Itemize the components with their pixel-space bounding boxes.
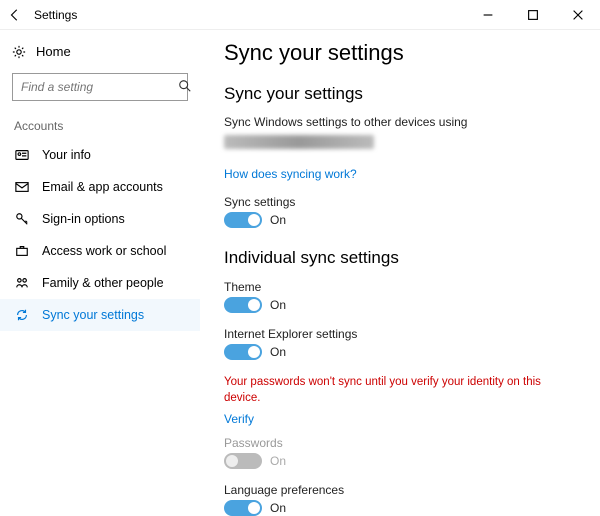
- sidebar: Home Accounts Your info Email & app acco…: [0, 30, 200, 516]
- sidebar-item-work-school[interactable]: Access work or school: [0, 235, 200, 267]
- toggle-label: Sync settings: [224, 195, 576, 209]
- maximize-icon: [526, 8, 540, 22]
- sidebar-item-label: Sync your settings: [42, 308, 186, 322]
- passwords-toggle: [224, 453, 262, 469]
- close-icon: [571, 8, 585, 22]
- password-warning: Your passwords won't sync until you veri…: [224, 374, 576, 406]
- toggle-label: Internet Explorer settings: [224, 327, 576, 341]
- sidebar-item-label: Your info: [42, 148, 186, 162]
- maximize-button[interactable]: [510, 0, 555, 30]
- arrow-left-icon: [8, 8, 22, 22]
- obscured-account: [224, 135, 374, 149]
- page-title: Sync your settings: [224, 40, 576, 66]
- mail-icon: [14, 180, 30, 194]
- sidebar-item-label: Family & other people: [42, 276, 186, 290]
- minimize-icon: [481, 8, 495, 22]
- home-button[interactable]: Home: [0, 38, 200, 65]
- toggle-state: On: [270, 501, 286, 515]
- sidebar-item-email[interactable]: Email & app accounts: [0, 171, 200, 203]
- sidebar-item-label: Sign-in options: [42, 212, 186, 226]
- sidebar-item-family[interactable]: Family & other people: [0, 267, 200, 299]
- section-heading: Sync your settings: [224, 84, 576, 104]
- sync-description: Sync Windows settings to other devices u…: [224, 114, 576, 131]
- people-icon: [14, 276, 30, 290]
- toggle-state: On: [270, 345, 286, 359]
- sidebar-category: Accounts: [0, 115, 200, 139]
- window-title: Settings: [30, 8, 465, 22]
- key-icon: [14, 212, 30, 226]
- toggle-label: Passwords: [224, 436, 576, 450]
- sidebar-item-sync[interactable]: Sync your settings: [0, 299, 200, 331]
- toggle-state: On: [270, 454, 286, 468]
- how-syncing-works-link[interactable]: How does syncing work?: [224, 167, 357, 181]
- sync-settings-toggle[interactable]: [224, 212, 262, 228]
- sidebar-item-label: Access work or school: [42, 244, 186, 258]
- sidebar-item-label: Email & app accounts: [42, 180, 186, 194]
- minimize-button[interactable]: [465, 0, 510, 30]
- language-toggle[interactable]: [224, 500, 262, 516]
- theme-toggle[interactable]: [224, 297, 262, 313]
- toggle-state: On: [270, 298, 286, 312]
- main-content: Sync your settings Sync your settings Sy…: [200, 30, 600, 516]
- briefcase-icon: [14, 244, 30, 258]
- toggle-label: Theme: [224, 280, 576, 294]
- toggle-label: Language preferences: [224, 483, 576, 497]
- title-bar: Settings: [0, 0, 600, 30]
- gear-icon: [12, 45, 26, 59]
- search-icon: [178, 79, 192, 96]
- toggle-state: On: [270, 213, 286, 227]
- verify-link[interactable]: Verify: [224, 412, 254, 426]
- ie-toggle[interactable]: [224, 344, 262, 360]
- search-input[interactable]: [21, 80, 178, 94]
- back-button[interactable]: [0, 0, 30, 30]
- close-button[interactable]: [555, 0, 600, 30]
- home-label: Home: [36, 44, 71, 59]
- search-box[interactable]: [12, 73, 188, 101]
- sync-icon: [14, 308, 30, 322]
- individual-heading: Individual sync settings: [224, 248, 576, 268]
- sidebar-item-your-info[interactable]: Your info: [0, 139, 200, 171]
- person-card-icon: [14, 148, 30, 162]
- sidebar-item-signin[interactable]: Sign-in options: [0, 203, 200, 235]
